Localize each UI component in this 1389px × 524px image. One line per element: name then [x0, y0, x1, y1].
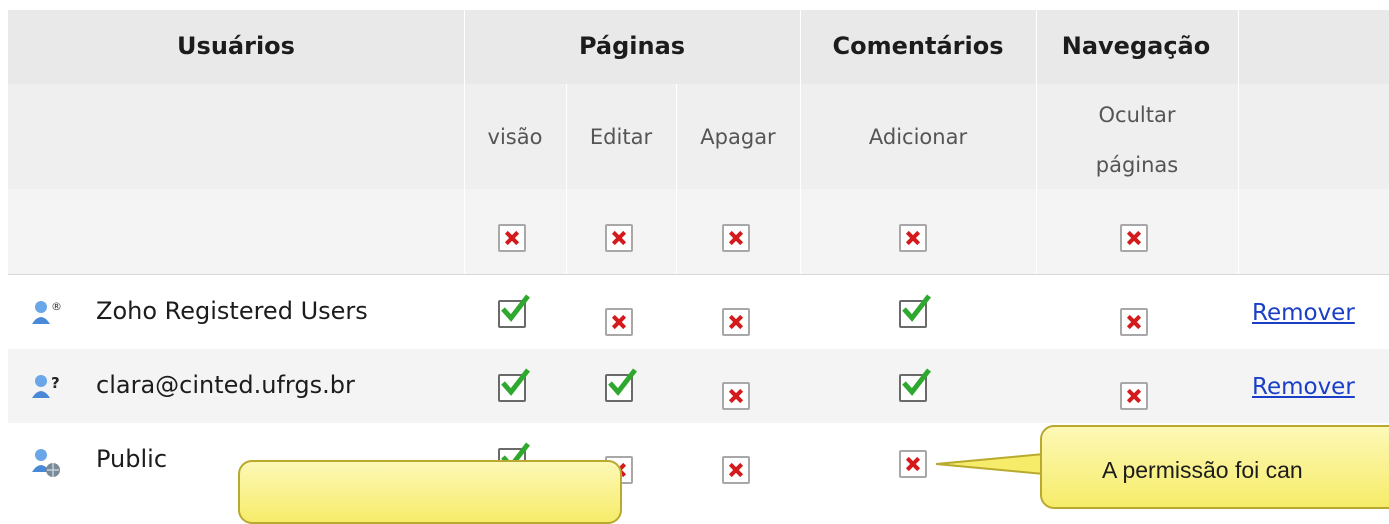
remove-link[interactable]: Remover — [1252, 300, 1355, 326]
permissions-table: Usuários Páginas Comentários Navegação v… — [8, 10, 1389, 503]
user-name: clara@cinted.ufrgs.br — [96, 371, 355, 399]
user2-add-checkbox[interactable] — [899, 368, 931, 402]
user1-view-checkbox[interactable] — [498, 294, 530, 328]
user1-hide-checkbox[interactable] — [1120, 308, 1148, 336]
svg-text:®: ® — [51, 300, 62, 313]
hide-pages-label-line2: páginas — [1095, 153, 1179, 177]
select-all-add-checkbox[interactable] — [899, 224, 927, 252]
user2-view-checkbox[interactable] — [498, 368, 530, 402]
select-all-row — [8, 189, 1389, 275]
tooltip-pointer — [936, 452, 1045, 476]
select-all-hide-checkbox[interactable] — [1120, 224, 1148, 252]
user2-edit-checkbox[interactable] — [605, 368, 637, 402]
edit-column-label: Editar — [589, 125, 653, 149]
add-column-label: Adicionar — [868, 125, 968, 149]
column-divider — [566, 84, 567, 274]
select-all-delete-checkbox[interactable] — [722, 224, 750, 252]
select-all-view-checkbox[interactable] — [498, 224, 526, 252]
column-divider — [676, 84, 677, 274]
permission-tooltip: A permissão foi can — [1040, 425, 1389, 509]
tooltip-text: A permissão foi can — [1102, 457, 1303, 483]
user2-hide-checkbox[interactable] — [1120, 382, 1148, 410]
select-all-edit-checkbox[interactable] — [605, 224, 633, 252]
view-column-label: visão — [487, 125, 543, 149]
delete-column-label: Apagar — [700, 125, 776, 149]
comments-header: Comentários — [832, 32, 1004, 60]
user3-delete-checkbox[interactable] — [722, 456, 750, 484]
user1-edit-checkbox[interactable] — [605, 308, 633, 336]
registered-users-icon: ® — [30, 298, 62, 328]
users-header: Usuários — [177, 32, 295, 60]
pages-header: Páginas — [578, 32, 686, 60]
user1-delete-checkbox[interactable] — [722, 308, 750, 336]
top-strip — [0, 0, 1389, 10]
user-name: Zoho Registered Users — [96, 297, 368, 325]
user-name: Public — [96, 445, 168, 473]
hide-pages-label-line1: Ocultar — [1098, 103, 1176, 127]
user1-add-checkbox[interactable] — [899, 294, 931, 328]
secondary-tooltip — [238, 460, 622, 524]
navigation-header: Navegação — [1061, 32, 1211, 60]
svg-text:?: ? — [51, 374, 60, 392]
remove-link[interactable]: Remover — [1252, 374, 1355, 400]
user3-add-checkbox[interactable] — [899, 450, 927, 478]
unknown-user-icon: ? — [30, 372, 60, 402]
user2-delete-checkbox[interactable] — [722, 382, 750, 410]
public-user-icon — [30, 446, 60, 477]
